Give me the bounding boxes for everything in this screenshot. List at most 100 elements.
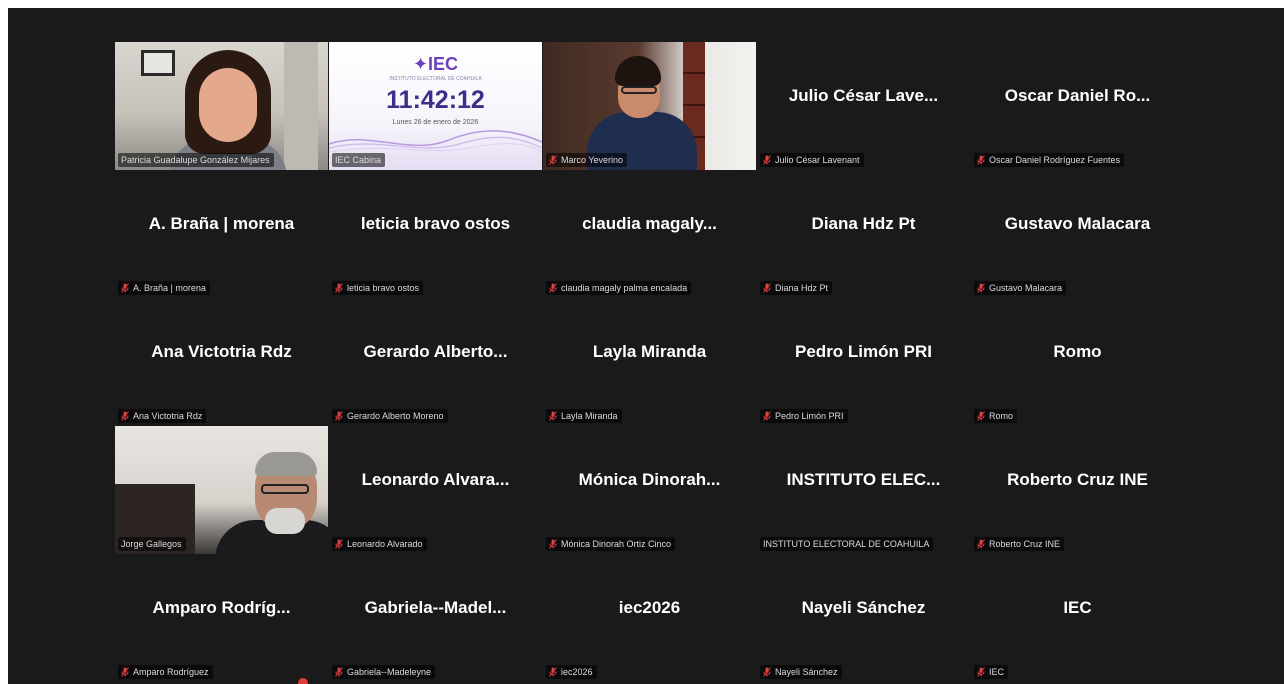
participant-name-label: Jorge Gallegos bbox=[121, 539, 182, 549]
participant-name-tag: iec2026 bbox=[546, 665, 597, 679]
recording-indicator-dot bbox=[298, 678, 308, 684]
participant-name-tag: Julio César Lavenant bbox=[760, 153, 864, 167]
participant-tile-gerardo-alberto-moreno[interactable]: Gerardo Alberto... Gerardo Alberto Moreno bbox=[329, 298, 542, 426]
participant-name-label: leticia bravo ostos bbox=[347, 283, 420, 293]
participant-tile-pedro-limon-pri[interactable]: Pedro Limón PRI Pedro Limón PRI bbox=[757, 298, 970, 426]
participant-name-tag: Jorge Gallegos bbox=[118, 537, 186, 551]
participant-name-tag: Oscar Daniel Rodríguez Fuentes bbox=[974, 153, 1125, 167]
participant-name-tag: Pedro Limón PRI bbox=[760, 409, 848, 423]
participant-tile-romo[interactable]: Romo Romo bbox=[971, 298, 1184, 426]
participant-tile-gabriela-madeleyne[interactable]: Gabriela--Madel... Gabriela--Madeleyne bbox=[329, 554, 542, 682]
participant-tile-patricia-guadalupe-gonzalez-mijares[interactable]: Patricia Guadalupe González Mijares bbox=[115, 42, 328, 170]
participant-name-label: Roberto Cruz INE bbox=[989, 539, 1061, 549]
participant-gallery: Patricia Guadalupe González Mijares ✦IEC I… bbox=[115, 42, 1184, 682]
participant-name-tag: Ana Victotria Rdz bbox=[118, 409, 207, 423]
muted-mic-icon bbox=[977, 283, 985, 293]
video-feed bbox=[115, 426, 328, 554]
participant-tile-ana-victotria-rdz[interactable]: Ana Victotria Rdz Ana Victotria Rdz bbox=[115, 298, 328, 426]
participant-name-tag: Layla Miranda bbox=[546, 409, 622, 423]
muted-mic-icon bbox=[121, 667, 129, 677]
participant-display-name: iec2026 bbox=[618, 598, 681, 617]
participant-tile-monica-dinorah-ortiz-cinco[interactable]: Mónica Dinorah... Mónica Dinorah Ortiz Ci… bbox=[543, 426, 756, 554]
video-feed: ✦IEC INSTITUTO ELECTORAL DE COAHUILA 11:42… bbox=[329, 42, 542, 170]
participant-name-label: claudia magaly palma encalada bbox=[561, 283, 688, 293]
muted-mic-icon bbox=[335, 283, 343, 293]
muted-mic-icon bbox=[549, 283, 557, 293]
participant-name-tag: Roberto Cruz INE bbox=[974, 537, 1065, 551]
participant-name-tag: Mónica Dinorah Ortiz Cinco bbox=[546, 537, 676, 551]
participant-tile-iec-cabina[interactable]: ✦IEC INSTITUTO ELECTORAL DE COAHUILA 11:42… bbox=[329, 42, 542, 170]
video-feed bbox=[115, 42, 328, 170]
participant-display-name: Amparo Rodríg... bbox=[152, 598, 291, 617]
participant-name-tag: claudia magaly palma encalada bbox=[546, 281, 692, 295]
participant-tile-claudia-magaly-palma-encalada[interactable]: claudia magaly... claudia magaly palma en… bbox=[543, 170, 756, 298]
muted-mic-icon bbox=[335, 667, 343, 677]
muted-mic-icon bbox=[763, 155, 771, 165]
participant-tile-marco-yeverino[interactable]: Marco Yeverino bbox=[543, 42, 756, 170]
participant-tile-a-brana-morena[interactable]: A. Braña | morena A. Braña | morena bbox=[115, 170, 328, 298]
participant-tile-iec2026[interactable]: iec2026 iec2026 bbox=[543, 554, 756, 682]
participant-tile-diana-hdz-pt[interactable]: Diana Hdz Pt Diana Hdz Pt bbox=[757, 170, 970, 298]
participant-name-label: Leonardo Alvarado bbox=[347, 539, 423, 549]
participant-name-tag: Nayeli Sánchez bbox=[760, 665, 842, 679]
participant-name-label: Diana Hdz Pt bbox=[775, 283, 829, 293]
participant-tile-leticia-bravo-ostos[interactable]: leticia bravo ostos leticia bravo ostos bbox=[329, 170, 542, 298]
muted-mic-icon bbox=[121, 411, 129, 421]
participant-name-tag: A. Braña | morena bbox=[118, 281, 210, 295]
participant-name-label: Ana Victotria Rdz bbox=[133, 411, 203, 421]
participant-name-label: IEC bbox=[989, 667, 1005, 677]
participant-tile-amparo-rodriguez[interactable]: Amparo Rodríg... Amparo Rodríguez bbox=[115, 554, 328, 682]
muted-mic-icon bbox=[977, 155, 985, 165]
participant-display-name: leticia bravo ostos bbox=[360, 214, 511, 233]
participant-tile-layla-miranda[interactable]: Layla Miranda Layla Miranda bbox=[543, 298, 756, 426]
participant-display-name: A. Braña | morena bbox=[148, 214, 295, 233]
participant-display-name: Layla Miranda bbox=[592, 342, 707, 361]
participant-tile-jorge-gallegos[interactable]: Jorge Gallegos bbox=[115, 426, 328, 554]
participant-name-label: Patricia Guadalupe González Mijares bbox=[121, 155, 270, 165]
muted-mic-icon bbox=[549, 155, 557, 165]
participant-tile-nayeli-sanchez[interactable]: Nayeli Sánchez Nayeli Sánchez bbox=[757, 554, 970, 682]
participant-name-label: IEC Cabina bbox=[335, 155, 382, 165]
participant-name-tag: Leonardo Alvarado bbox=[332, 537, 427, 551]
participant-tile-roberto-cruz-ine[interactable]: Roberto Cruz INE Roberto Cruz INE bbox=[971, 426, 1184, 554]
participant-name-tag: Gustavo Malacara bbox=[974, 281, 1067, 295]
participant-display-name: Gustavo Malacara bbox=[1004, 214, 1151, 233]
participant-name-label: Gerardo Alberto Moreno bbox=[347, 411, 444, 421]
participant-display-name: Julio César Lave... bbox=[788, 86, 939, 105]
video-feed bbox=[543, 42, 756, 170]
participant-display-name: IEC bbox=[1063, 598, 1092, 617]
participant-display-name: Diana Hdz Pt bbox=[811, 214, 916, 233]
participant-display-name: Gabriela--Madel... bbox=[364, 598, 507, 617]
iec-logo-subtitle: INSTITUTO ELECTORAL DE COAHUILA bbox=[389, 76, 482, 82]
participant-tile-gustavo-malacara[interactable]: Gustavo Malacara Gustavo Malacara bbox=[971, 170, 1184, 298]
participant-name-label: Mónica Dinorah Ortiz Cinco bbox=[561, 539, 672, 549]
participant-name-label: Julio César Lavenant bbox=[775, 155, 860, 165]
participant-tile-julio-cesar-lavenant[interactable]: Julio César Lave... Julio César Lavenant bbox=[757, 42, 970, 170]
participant-name-tag: Romo bbox=[974, 409, 1018, 423]
participant-name-label: Nayeli Sánchez bbox=[775, 667, 838, 677]
clock-time: 11:42:12 bbox=[386, 86, 485, 114]
participant-name-tag: IEC Cabina bbox=[332, 153, 386, 167]
muted-mic-icon bbox=[763, 667, 771, 677]
participant-name-label: Oscar Daniel Rodríguez Fuentes bbox=[989, 155, 1121, 165]
participant-tile-iec[interactable]: IEC IEC bbox=[971, 554, 1184, 682]
muted-mic-icon bbox=[549, 411, 557, 421]
muted-mic-icon bbox=[335, 539, 343, 549]
participant-name-label: Marco Yeverino bbox=[561, 155, 624, 165]
iec-logo-icon: ✦ bbox=[412, 54, 429, 74]
participant-tile-oscar-daniel-rodriguez-fuentes[interactable]: Oscar Daniel Ro... Oscar Daniel Rodríguez… bbox=[971, 42, 1184, 170]
participant-display-name: Romo bbox=[1053, 342, 1102, 361]
participant-name-label: iec2026 bbox=[561, 667, 593, 677]
participant-name-label: Layla Miranda bbox=[561, 411, 618, 421]
participant-display-name: Leonardo Alvara... bbox=[361, 470, 510, 489]
muted-mic-icon bbox=[763, 411, 771, 421]
participant-display-name: Gerardo Alberto... bbox=[363, 342, 508, 361]
participant-name-tag: Patricia Guadalupe González Mijares bbox=[118, 153, 274, 167]
participant-display-name: claudia magaly... bbox=[582, 214, 717, 233]
participant-name-tag: Amparo Rodríguez bbox=[118, 665, 213, 679]
participant-name-label: A. Braña | morena bbox=[133, 283, 206, 293]
participant-tile-leonardo-alvarado[interactable]: Leonardo Alvara... Leonardo Alvarado bbox=[329, 426, 542, 554]
participant-tile-instituto-electoral-de-coahuila[interactable]: INSTITUTO ELEC... INSTITUTO ELECTORAL DE … bbox=[757, 426, 970, 554]
muted-mic-icon bbox=[549, 667, 557, 677]
participant-name-tag: INSTITUTO ELECTORAL DE COAHUILA bbox=[760, 537, 934, 551]
